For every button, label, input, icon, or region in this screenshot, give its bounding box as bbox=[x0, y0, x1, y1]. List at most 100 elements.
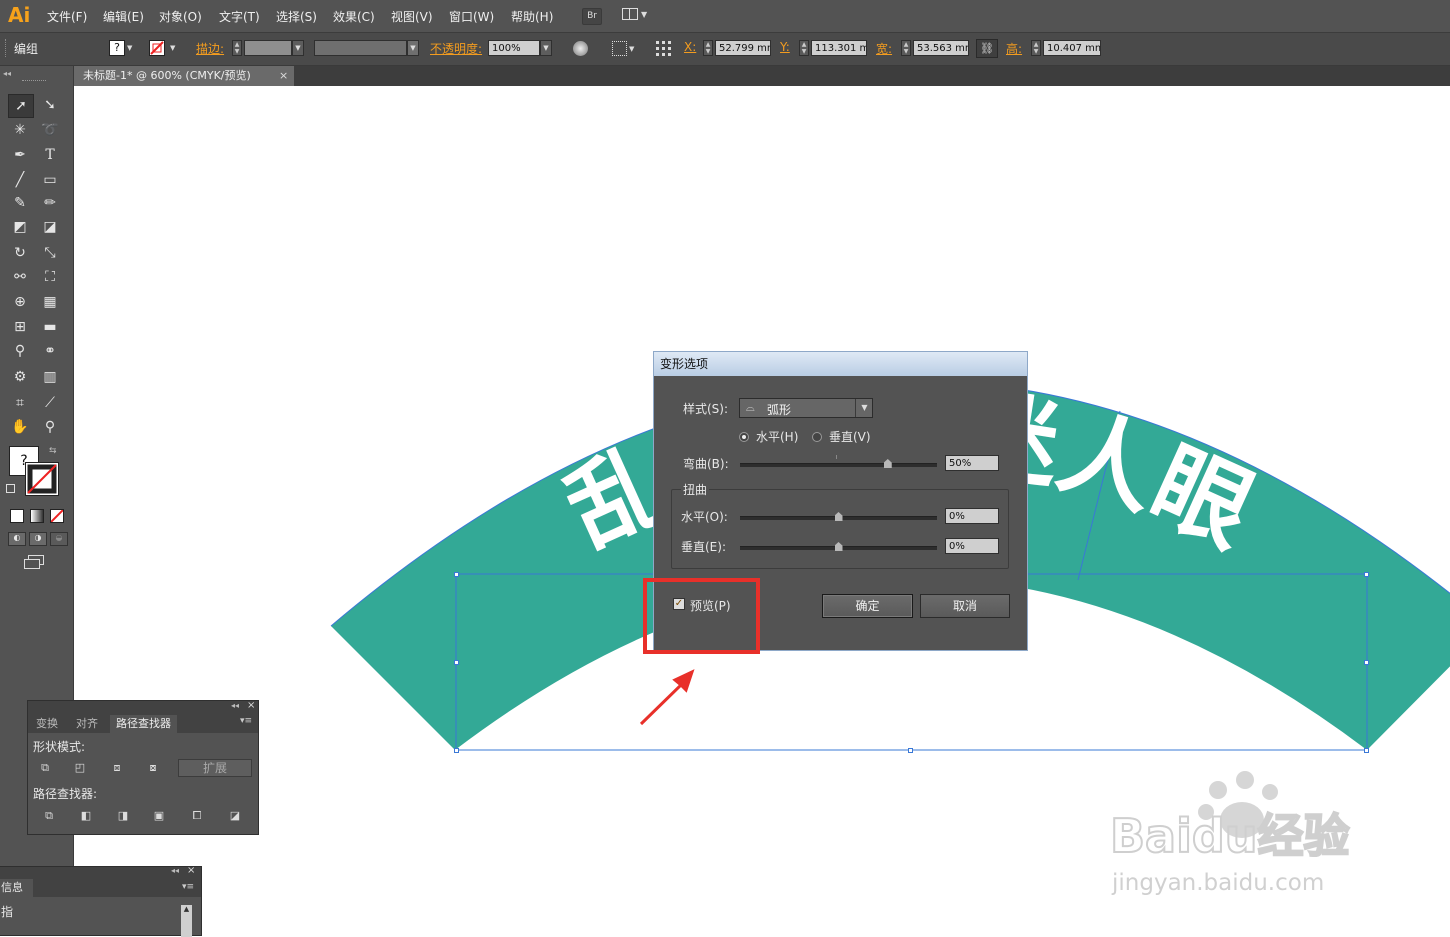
unite-icon[interactable]: ⧉ bbox=[37, 761, 53, 775]
bend-slider-thumb[interactable] bbox=[883, 459, 892, 468]
info-panel-close-icon[interactable]: × bbox=[187, 865, 195, 876]
bend-slider[interactable] bbox=[740, 463, 937, 467]
menu-type[interactable]: 文字(T) bbox=[219, 8, 260, 25]
crop-icon[interactable]: ▣ bbox=[151, 809, 167, 823]
menu-edit[interactable]: 编辑(E) bbox=[103, 8, 144, 25]
intersect-icon[interactable]: ⧈ bbox=[109, 761, 125, 775]
minus-back-icon[interactable]: ◪ bbox=[227, 809, 243, 823]
free-transform-tool-icon[interactable]: ⛶ bbox=[38, 266, 62, 288]
bridge-button[interactable]: Br bbox=[582, 8, 602, 25]
blob-brush-tool-icon[interactable]: ◩ bbox=[8, 216, 32, 238]
expand-button[interactable]: 扩展 bbox=[178, 759, 252, 777]
stroke-weight-stepper[interactable]: ▲ ▼ bbox=[232, 40, 242, 56]
column-graph-tool-icon[interactable]: ▥ bbox=[38, 366, 62, 388]
opacity-dropdown[interactable]: ▼ bbox=[540, 40, 552, 56]
menu-file[interactable]: 文件(F) bbox=[47, 8, 87, 25]
panel-menu-icon[interactable]: ▾≡ bbox=[240, 716, 252, 726]
exclude-icon[interactable]: ⧇ bbox=[145, 761, 161, 775]
outline-icon[interactable]: ⧠ bbox=[189, 809, 205, 823]
minus-front-icon[interactable]: ◰ bbox=[72, 761, 88, 775]
style-select[interactable]: ⌓ 弧形 ▼ bbox=[739, 398, 873, 418]
handle-mr[interactable] bbox=[1364, 660, 1369, 665]
perspective-grid-tool-icon[interactable]: ▦ bbox=[38, 291, 62, 313]
distort-v-input[interactable]: 0% bbox=[945, 538, 999, 554]
stroke-weight-dropdown[interactable]: ▼ bbox=[292, 40, 304, 56]
toolbox-collapse-icon[interactable]: ◂◂ bbox=[3, 69, 11, 78]
ok-button[interactable]: 确定 bbox=[822, 594, 913, 618]
direct-selection-tool-icon[interactable]: ➘ bbox=[38, 94, 62, 116]
stroke-swatch[interactable] bbox=[149, 40, 165, 56]
type-tool-icon[interactable]: T bbox=[38, 144, 62, 166]
reference-point-icon[interactable] bbox=[655, 40, 673, 58]
horizontal-radio[interactable] bbox=[739, 432, 749, 442]
tab-info[interactable]: 信息 bbox=[0, 879, 33, 897]
scale-tool-icon[interactable]: ⤡ bbox=[38, 242, 62, 264]
height-label[interactable]: 高: bbox=[1006, 40, 1022, 57]
draw-inside-icon[interactable]: ◒ bbox=[50, 532, 68, 546]
panel-collapse-icon[interactable]: ◂◂ bbox=[231, 701, 239, 710]
y-input[interactable]: 113.301 mm bbox=[811, 40, 867, 56]
symbol-sprayer-tool-icon[interactable]: ⚙ bbox=[8, 366, 32, 388]
tab-transform[interactable]: 变换 bbox=[30, 715, 64, 733]
constrain-proportions-link-icon[interactable]: ⛓ bbox=[976, 39, 998, 58]
height-stepper[interactable]: ▲ ▼ bbox=[1031, 40, 1041, 56]
toolbox-stroke-swatch[interactable] bbox=[25, 462, 59, 496]
menu-select[interactable]: 选择(S) bbox=[276, 8, 317, 25]
handle-br[interactable] bbox=[1364, 748, 1369, 753]
slice-tool-icon[interactable]: ⟋ bbox=[38, 392, 62, 414]
panel-close-icon[interactable]: × bbox=[247, 700, 255, 711]
y-stepper[interactable]: ▲ ▼ bbox=[799, 40, 809, 56]
handle-bl[interactable] bbox=[454, 748, 459, 753]
document-tab[interactable]: 未标题-1* @ 600% (CMYK/预览) × bbox=[74, 66, 294, 86]
mesh-tool-icon[interactable]: ⊞ bbox=[8, 316, 32, 338]
shape-builder-tool-icon[interactable]: ⊕ bbox=[8, 291, 32, 313]
zoom-tool-icon[interactable]: ⚲ bbox=[38, 416, 62, 438]
fill-swatch[interactable]: ? bbox=[109, 40, 125, 56]
selection-tool-icon[interactable]: ➚ bbox=[8, 94, 34, 118]
menu-help[interactable]: 帮助(H) bbox=[511, 8, 553, 25]
blend-tool-icon[interactable]: ⚭ bbox=[38, 340, 62, 362]
dialog-title[interactable]: 变形选项 bbox=[654, 352, 1027, 376]
align-to-icon[interactable] bbox=[612, 41, 627, 56]
tab-align[interactable]: 对齐 bbox=[70, 715, 104, 733]
hand-tool-icon[interactable]: ✋ bbox=[8, 416, 32, 438]
stroke-weight-input[interactable] bbox=[244, 40, 292, 56]
rotate-tool-icon[interactable]: ↻ bbox=[8, 242, 32, 264]
draw-behind-icon[interactable]: ◑ bbox=[29, 532, 47, 546]
width-label[interactable]: 宽: bbox=[876, 40, 892, 57]
x-input[interactable]: 52.799 mm bbox=[715, 40, 771, 56]
menu-view[interactable]: 视图(V) bbox=[391, 8, 433, 25]
pencil-tool-icon[interactable]: ✏ bbox=[38, 192, 62, 214]
magic-wand-tool-icon[interactable]: ✳ bbox=[8, 119, 32, 141]
rectangle-tool-icon[interactable]: ▭ bbox=[38, 169, 62, 191]
trim-icon[interactable]: ◧ bbox=[78, 809, 94, 823]
pen-tool-icon[interactable]: ✒ bbox=[8, 144, 32, 166]
width-stepper[interactable]: ▲ ▼ bbox=[901, 40, 911, 56]
handle-tr[interactable] bbox=[1364, 572, 1369, 577]
eyedropper-tool-icon[interactable]: ⚲ bbox=[8, 340, 32, 362]
paintbrush-tool-icon[interactable]: ✎ bbox=[8, 192, 32, 214]
cancel-button[interactable]: 取消 bbox=[920, 594, 1010, 618]
artboard-tool-icon[interactable]: ⌗ bbox=[8, 392, 32, 414]
opacity-label[interactable]: 不透明度: bbox=[430, 40, 482, 57]
menu-object[interactable]: 对象(O) bbox=[159, 8, 202, 25]
default-colors-icon[interactable] bbox=[6, 484, 15, 493]
profile-dropdown[interactable]: ▼ bbox=[407, 40, 419, 56]
menu-window[interactable]: 窗口(W) bbox=[449, 8, 494, 25]
draw-normal-icon[interactable]: ◐ bbox=[8, 532, 26, 546]
gradient-mode-icon[interactable] bbox=[30, 509, 44, 523]
vertical-radio[interactable] bbox=[812, 432, 822, 442]
handle-ml[interactable] bbox=[454, 660, 459, 665]
width-tool-icon[interactable]: ⚯ bbox=[8, 266, 32, 288]
info-panel-collapse-icon[interactable]: ◂◂ bbox=[171, 866, 179, 875]
screen-mode-icon[interactable] bbox=[24, 555, 46, 571]
document-tab-close-icon[interactable]: × bbox=[279, 66, 288, 86]
merge-icon[interactable]: ◨ bbox=[115, 809, 131, 823]
recolor-artwork-icon[interactable] bbox=[573, 41, 588, 56]
line-tool-icon[interactable]: ╱ bbox=[8, 169, 32, 191]
bend-input[interactable]: 50% bbox=[945, 455, 999, 471]
stroke-dropdown-icon[interactable]: ▼ bbox=[170, 44, 175, 52]
info-panel-menu-icon[interactable]: ▾≡ bbox=[182, 882, 194, 892]
height-input[interactable]: 10.407 mm bbox=[1043, 40, 1101, 56]
width-input[interactable]: 53.563 mm bbox=[913, 40, 969, 56]
